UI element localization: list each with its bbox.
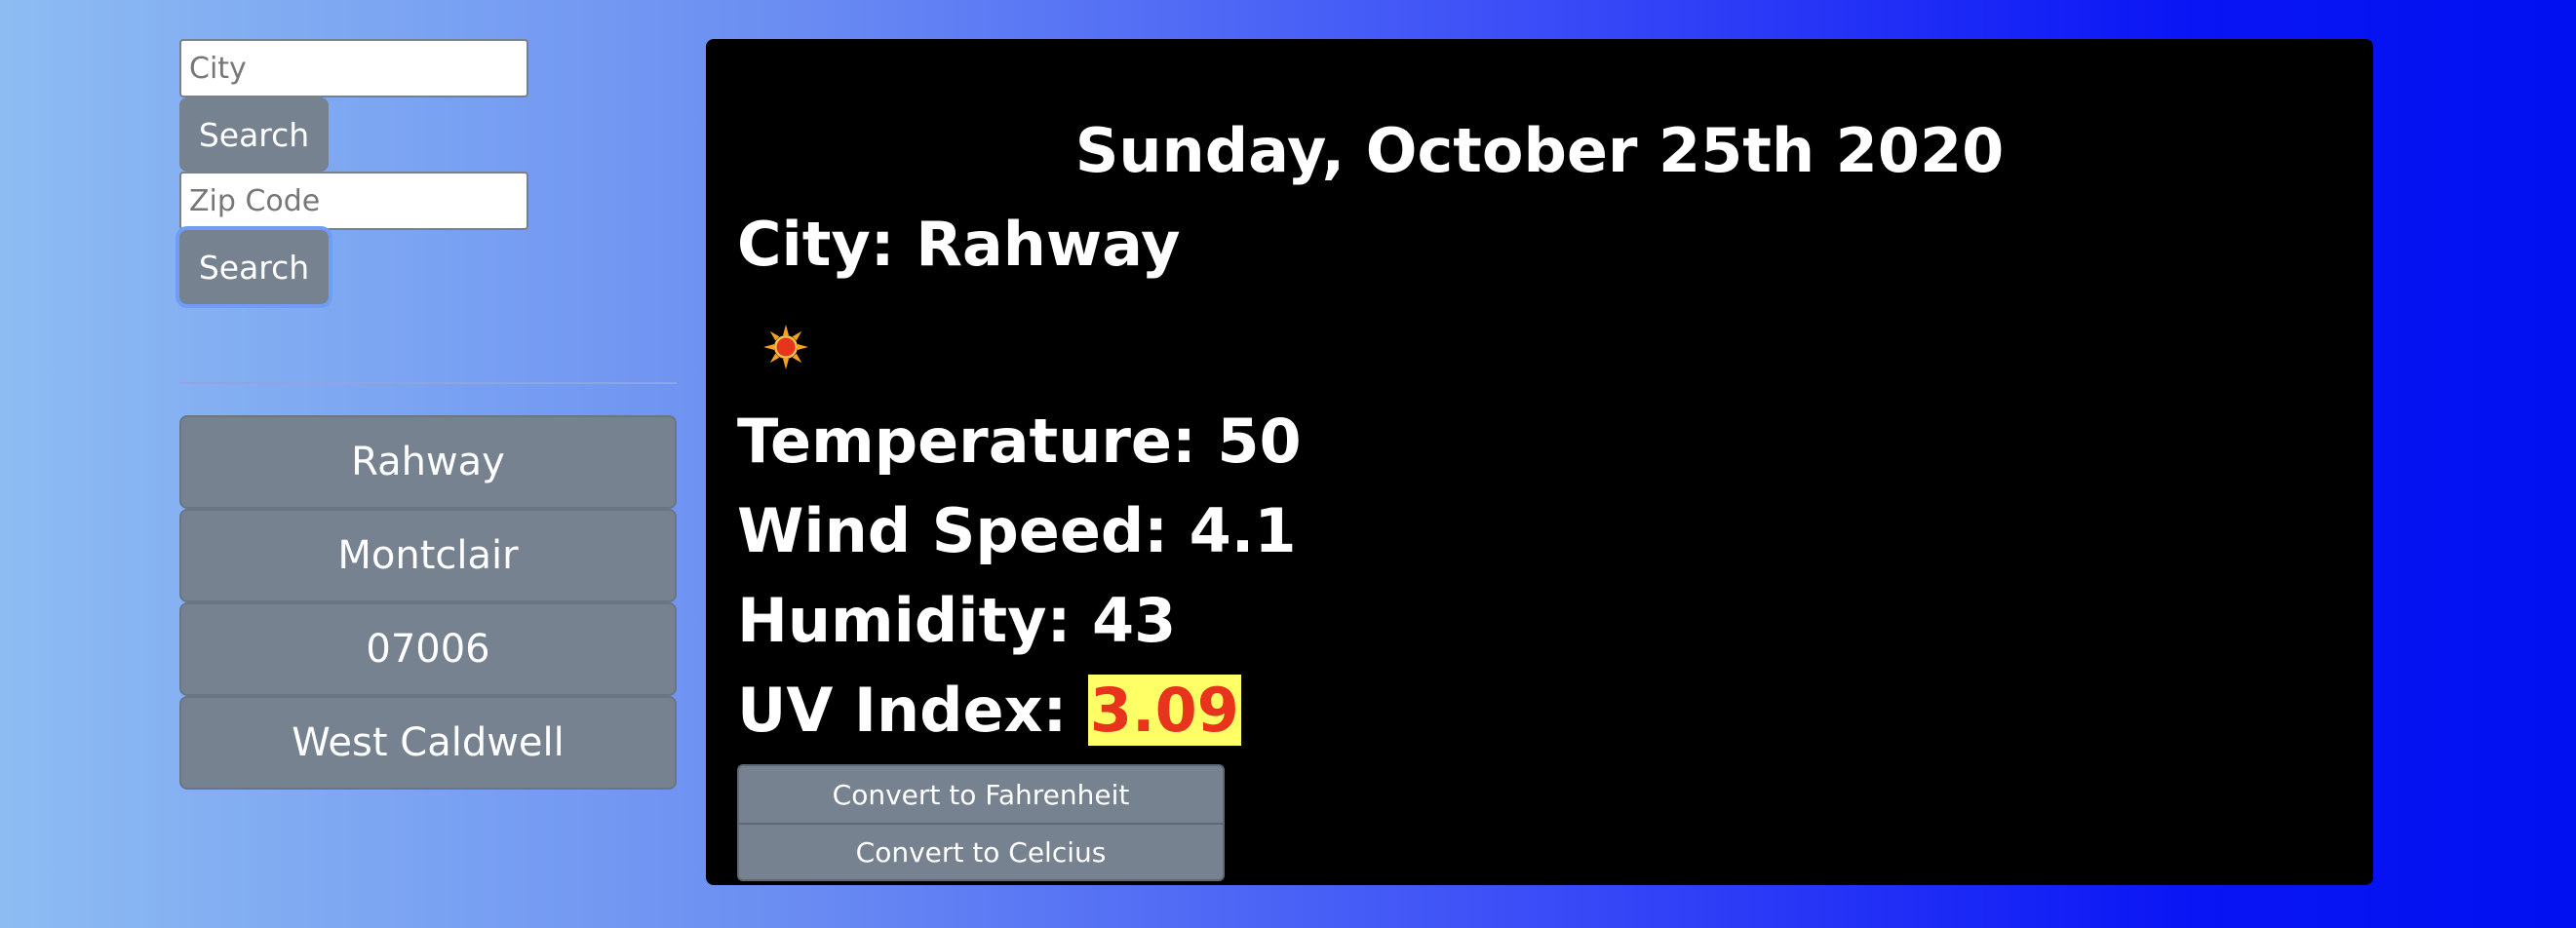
history-item-07006[interactable]: 07006: [179, 602, 677, 696]
city-label: City:: [737, 209, 917, 280]
zip-input[interactable]: [179, 172, 528, 230]
humidity-value: 43: [1091, 585, 1177, 656]
temperature-value: 50: [1217, 406, 1302, 477]
humidity-line: Humidity: 43: [737, 585, 1176, 656]
history-item-west-caldwell[interactable]: West Caldwell: [179, 696, 677, 790]
sidebar-divider: [179, 382, 677, 384]
uv-index-line: UV Index: 3.09: [737, 675, 1241, 746]
wind-speed-label: Wind Speed:: [737, 495, 1190, 566]
weather-panel: Sunday, October 25th 2020 City: Rahway T…: [706, 39, 2373, 885]
convert-celsius-button[interactable]: Convert to Celcius: [737, 823, 1225, 881]
temperature-line: Temperature: 50: [737, 406, 1302, 477]
city-search-button[interactable]: Search: [179, 97, 329, 172]
history-item-rahway[interactable]: Rahway: [179, 415, 677, 509]
city-line: City: Rahway: [737, 209, 1181, 280]
search-history-list: Rahway Montclair 07006 West Caldwell: [179, 415, 677, 790]
uv-index-badge: 3.09: [1087, 675, 1241, 746]
search-sidebar: Search Search: [179, 39, 677, 304]
uv-index-label: UV Index:: [737, 675, 1088, 746]
convert-fahrenheit-button[interactable]: Convert to Fahrenheit: [737, 764, 1225, 825]
humidity-label: Humidity:: [737, 585, 1092, 656]
city-input[interactable]: [179, 39, 528, 97]
city-value: Rahway: [916, 209, 1181, 280]
temperature-label: Temperature:: [737, 406, 1218, 477]
wind-speed-line: Wind Speed: 4.1: [737, 495, 1296, 566]
sun-icon: [763, 325, 808, 369]
history-item-montclair[interactable]: Montclair: [179, 509, 677, 602]
current-date: Sunday, October 25th 2020: [1074, 115, 2005, 186]
wind-speed-value: 4.1: [1189, 495, 1297, 566]
zip-search-button[interactable]: Search: [179, 230, 329, 304]
